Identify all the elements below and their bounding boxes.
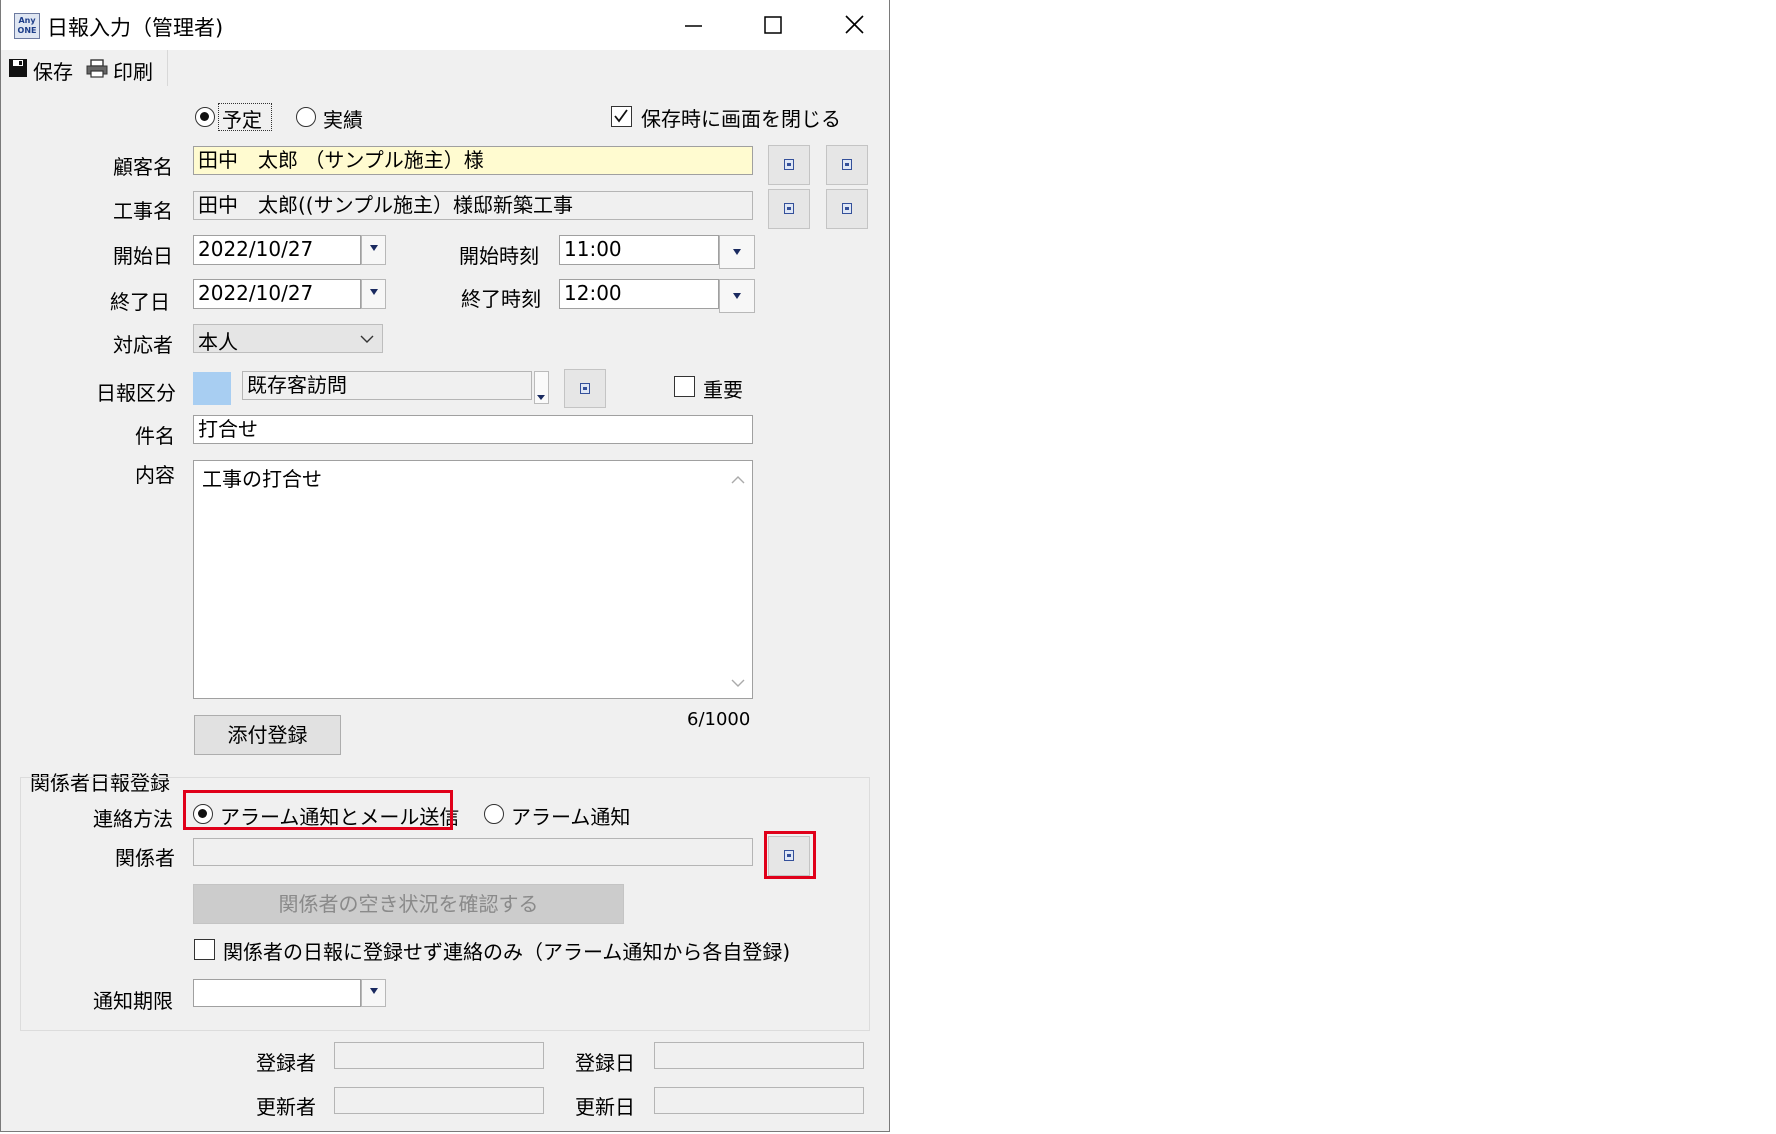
content-text: 工事の打合せ — [202, 467, 322, 491]
registered-date-label: 登録日 — [575, 1051, 635, 1075]
chevron-down-icon — [733, 249, 741, 255]
contact-method-label: 連絡方法 — [93, 807, 173, 831]
end-time-label: 終了時刻 — [461, 287, 541, 311]
responder-label: 対応者 — [113, 333, 173, 357]
close-button[interactable] — [835, 10, 875, 40]
start-time-field[interactable]: 11:00 — [559, 235, 719, 265]
checkmark-icon — [614, 109, 628, 123]
report-type-field[interactable]: 既存客訪問 — [242, 371, 532, 400]
detail-icon — [580, 383, 590, 394]
save-label: 保存 — [33, 60, 73, 84]
check-availability-button[interactable]: 関係者の空き状況を確認する — [193, 884, 624, 924]
end-time-field[interactable]: 12:00 — [559, 279, 719, 309]
registered-date-field — [654, 1042, 864, 1069]
actual-label[interactable]: 実績 — [323, 104, 363, 133]
customer-label: 顧客名 — [113, 155, 173, 179]
chevron-down-icon — [537, 395, 545, 400]
plan-radio[interactable] — [195, 107, 215, 127]
project-select-button[interactable] — [768, 189, 810, 229]
daily-report-window: Any ONE 日報入力（管理者) 保存 印刷 予定 実績 保存時に画面を閉じる… — [0, 0, 890, 1132]
contact-only-label[interactable]: 関係者の日報に登録せず連絡のみ（アラーム通知から各自登録) — [223, 936, 790, 965]
detail-icon — [842, 203, 852, 214]
chevron-down-icon — [369, 245, 378, 251]
minimize-button[interactable] — [673, 14, 713, 38]
save-button[interactable]: 保存 — [6, 56, 76, 84]
scroll-up-icon — [731, 476, 745, 484]
report-type-color-swatch — [193, 372, 231, 405]
close-on-save-checkbox[interactable] — [611, 106, 632, 127]
chevron-down-icon — [369, 289, 378, 295]
start-date-field[interactable]: 2022/10/27 — [193, 235, 361, 265]
close-icon — [845, 15, 864, 34]
alarm-radio[interactable] — [484, 804, 504, 824]
important-checkbox[interactable] — [674, 376, 695, 397]
alarm-mail-highlight — [183, 790, 453, 830]
deadline-dropdown[interactable] — [361, 979, 386, 1007]
customer-detail-button[interactable] — [826, 145, 868, 185]
contact-only-checkbox[interactable] — [194, 939, 215, 960]
start-time-label: 開始時刻 — [459, 244, 539, 268]
report-type-label: 日報区分 — [96, 381, 176, 405]
report-type-dropdown[interactable] — [534, 371, 549, 404]
subject-label: 件名 — [135, 424, 175, 448]
responder-select[interactable]: 本人 — [193, 324, 383, 354]
chevron-down-icon — [733, 293, 741, 299]
deadline-label: 通知期限 — [93, 989, 173, 1013]
title-bar: Any ONE 日報入力（管理者) — [1, 0, 889, 50]
persons-select-highlight — [764, 831, 816, 879]
maximize-button[interactable] — [753, 10, 793, 40]
chevron-down-icon — [360, 335, 374, 343]
registered-by-field — [334, 1042, 544, 1069]
updated-by-label: 更新者 — [256, 1095, 316, 1119]
start-date-label: 開始日 — [113, 244, 173, 268]
updated-by-field — [334, 1087, 544, 1114]
attach-register-button[interactable]: 添付登録 — [194, 715, 341, 755]
minimize-icon — [685, 25, 702, 27]
project-label: 工事名 — [113, 199, 173, 223]
persons-field[interactable] — [193, 838, 753, 866]
end-date-field[interactable]: 2022/10/27 — [193, 279, 361, 309]
content-scrollbar[interactable] — [724, 461, 752, 698]
updated-date-field — [654, 1087, 864, 1114]
responder-value: 本人 — [198, 330, 238, 354]
printer-icon — [86, 59, 108, 78]
maximize-icon — [764, 16, 782, 34]
plan-label[interactable]: 予定 — [222, 104, 262, 133]
persons-label: 関係者 — [115, 846, 175, 870]
project-detail-button[interactable] — [826, 189, 868, 229]
floppy-disk-icon — [9, 59, 27, 77]
alarm-label[interactable]: アラーム通知 — [511, 801, 630, 830]
content-textarea[interactable]: 工事の打合せ — [193, 460, 753, 699]
end-date-label: 終了日 — [110, 290, 170, 314]
end-time-dropdown[interactable] — [719, 279, 755, 313]
chevron-down-icon — [369, 988, 378, 994]
app-logo-icon: Any ONE — [14, 13, 40, 39]
updated-date-label: 更新日 — [575, 1095, 635, 1119]
start-date-dropdown[interactable] — [361, 235, 386, 265]
content-label: 内容 — [135, 463, 175, 487]
content-counter: 6/1000 — [687, 709, 751, 730]
toolbar-separator — [167, 50, 168, 86]
select-icon — [784, 159, 794, 170]
select-icon — [784, 203, 794, 214]
end-date-dropdown[interactable] — [361, 279, 386, 309]
customer-field[interactable]: 田中 太郎 （サンプル施主）様 — [193, 146, 753, 175]
project-field[interactable]: 田中 太郎((サンプル施主）様邸新築工事 — [193, 191, 753, 220]
print-button[interactable]: 印刷 — [85, 56, 165, 84]
detail-icon — [842, 159, 852, 170]
start-time-dropdown[interactable] — [719, 235, 755, 269]
actual-radio[interactable] — [296, 107, 316, 127]
registered-by-label: 登録者 — [256, 1051, 316, 1075]
important-label[interactable]: 重要 — [703, 374, 743, 403]
close-on-save-label[interactable]: 保存時に画面を閉じる — [641, 103, 841, 132]
toolbar: 保存 印刷 — [1, 50, 889, 86]
deadline-field[interactable] — [193, 979, 361, 1007]
print-label: 印刷 — [113, 60, 153, 84]
report-type-detail-button[interactable] — [564, 369, 606, 408]
customer-select-button[interactable] — [768, 145, 810, 185]
subject-field[interactable]: 打合せ — [193, 415, 753, 444]
window-title: 日報入力（管理者) — [47, 16, 224, 40]
scroll-down-icon — [731, 679, 745, 687]
